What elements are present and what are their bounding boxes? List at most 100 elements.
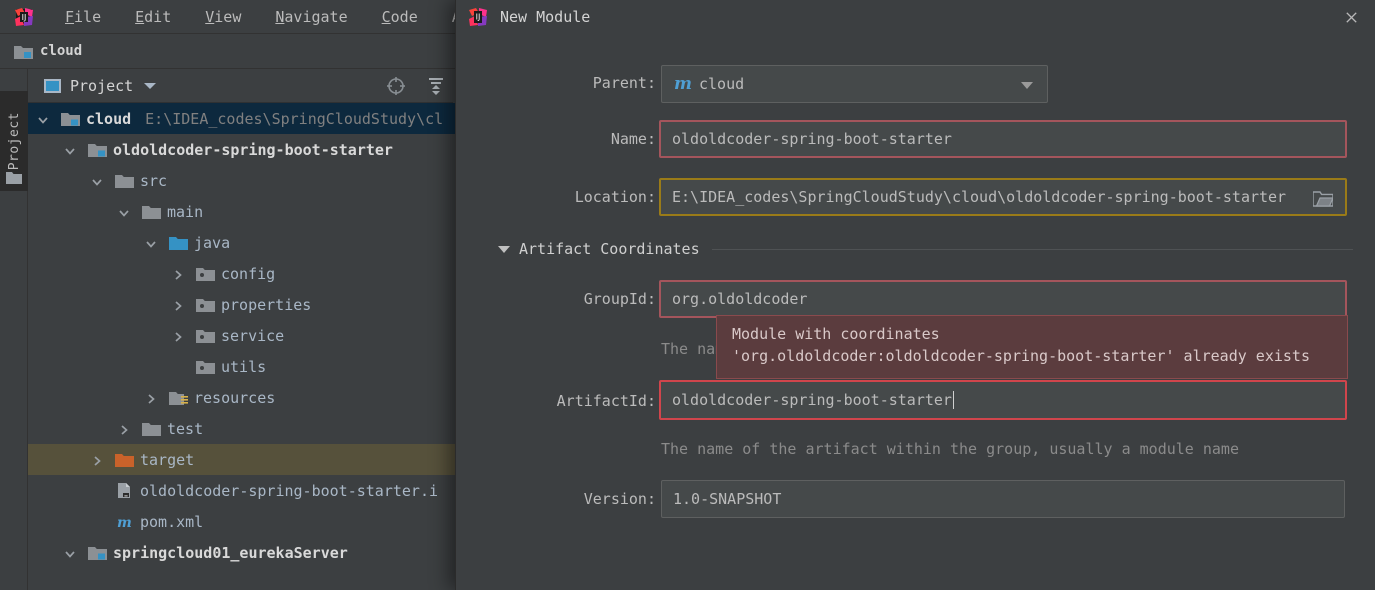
screen-root: IJ File Edit View Navigate Code Analyze … (0, 0, 1375, 590)
project-panel-title: Project (70, 77, 133, 95)
parent-value: cloud (692, 75, 744, 93)
folder-open-icon[interactable] (1313, 190, 1333, 207)
tree-row-label: src (140, 172, 167, 190)
chevron-right-icon[interactable] (117, 422, 131, 436)
menu-item-navigate[interactable]: Navigate (258, 0, 364, 34)
chevron-down-icon[interactable] (90, 174, 104, 188)
menu-item-edit[interactable]: Edit (118, 0, 188, 34)
artifactid-label: ArtifactId: (456, 392, 656, 410)
menu-item-file[interactable]: File (48, 0, 118, 34)
section-divider (712, 249, 1353, 250)
tree-row-label: config (221, 265, 275, 283)
dialog-title: New Module (500, 8, 590, 26)
tree-row-label: test (167, 420, 203, 438)
module-folder-icon (88, 545, 105, 560)
tree-row-label: utils (221, 358, 266, 376)
location-input[interactable]: E:\IDEA_codes\SpringCloudStudy\cloud\old… (659, 178, 1347, 216)
tree-row-label: java (194, 234, 230, 252)
groupid-value: org.oldoldcoder (661, 290, 807, 308)
source-root-icon (169, 235, 186, 250)
error-tooltip: Module with coordinates 'org.oldoldcoder… (716, 315, 1348, 379)
tree-row-label: service (221, 327, 284, 345)
error-tooltip-line-1: Module with coordinates (732, 324, 1335, 346)
project-panel-toolbar (386, 76, 446, 100)
tree-row-label: resources (194, 389, 275, 407)
chevron-down-icon[interactable] (117, 205, 131, 219)
chevron-down-icon[interactable] (144, 236, 158, 250)
tree-row-label: target (140, 451, 194, 469)
menu-view-mnemonic: V (205, 8, 214, 26)
chevron-right-icon[interactable] (171, 298, 185, 312)
chevron-down-icon[interactable] (63, 546, 77, 560)
chevron-right-icon[interactable] (171, 329, 185, 343)
package-icon (196, 266, 213, 281)
tree-row-label: springcloud01_eurekaServer (113, 544, 348, 562)
menu-navigate-rest: avigate (284, 8, 347, 26)
resources-folder-icon (169, 390, 186, 405)
tree-row-label: oldoldcoder-spring-boot-starter.i (140, 482, 438, 500)
version-value: 1.0-SNAPSHOT (662, 490, 781, 508)
module-folder-icon (14, 44, 33, 59)
package-icon (196, 328, 213, 343)
dialog-title-bar: IJ New Module (456, 0, 1375, 34)
module-folder-icon (61, 111, 78, 126)
parent-label: Parent: (456, 74, 656, 92)
triangle-down-icon[interactable] (498, 246, 510, 253)
menu-view-rest: iew (214, 8, 241, 26)
tool-window-tab-project-label: Project (7, 112, 22, 170)
menu-item-code[interactable]: Code (365, 0, 435, 34)
artifact-coordinates-section-header[interactable]: Artifact Coordinates (498, 240, 1353, 258)
close-icon[interactable] (1340, 6, 1362, 28)
maven-icon: m (115, 514, 132, 529)
locate-icon[interactable] (386, 76, 406, 100)
groupid-input[interactable]: org.oldoldcoder (659, 280, 1347, 318)
folder-icon[interactable] (6, 169, 22, 182)
field-row-parent: Parent: m cloud (456, 62, 1375, 118)
chevron-down-icon[interactable] (63, 143, 77, 157)
chevron-down-icon[interactable] (1021, 82, 1033, 89)
tree-row-label: properties (221, 296, 311, 314)
chevron-right-icon[interactable] (144, 391, 158, 405)
excluded-folder-icon (115, 452, 132, 467)
parent-combobox[interactable]: m cloud (661, 65, 1048, 103)
tree-row-label: main (167, 203, 203, 221)
package-icon (196, 359, 213, 374)
svg-text:IJ: IJ (476, 13, 481, 22)
text-cursor (953, 391, 954, 409)
chevron-right-icon[interactable] (90, 453, 104, 467)
chevron-down-icon[interactable] (144, 83, 156, 89)
new-module-dialog: IJ New Module Parent: m cloud Name: (455, 0, 1375, 590)
menu-item-view[interactable]: View (188, 0, 258, 34)
menu-code-mnemonic: C (382, 8, 391, 26)
location-label: Location: (456, 188, 656, 206)
collapse-all-icon[interactable] (426, 76, 446, 100)
name-label: Name: (456, 130, 656, 148)
version-input[interactable]: 1.0-SNAPSHOT (661, 480, 1345, 518)
field-row-version: Version: 1.0-SNAPSHOT (456, 478, 1375, 534)
menu-file-rest: ile (74, 8, 101, 26)
project-panel-header: Project (28, 69, 453, 103)
chevron-right-icon[interactable] (171, 267, 185, 281)
folder-icon (142, 204, 159, 219)
artifactid-hint: The name of the artifact within the grou… (661, 440, 1239, 458)
menu-edit-mnemonic: E (135, 8, 144, 26)
maven-icon: m (662, 74, 692, 94)
project-window-icon (44, 79, 61, 93)
module-folder-icon (88, 142, 105, 157)
tree-row-path: E:\IDEA_codes\SpringCloudStudy\cl (145, 110, 443, 128)
iml-file-icon (115, 483, 132, 498)
artifactid-value: oldoldcoder-spring-boot-starter (661, 391, 952, 409)
intellij-idea-logo-icon: IJ (14, 7, 34, 27)
chevron-down-icon[interactable] (36, 112, 50, 126)
menu-file-mnemonic: F (65, 8, 74, 26)
groupid-hint: The nam (661, 340, 724, 358)
name-input[interactable]: oldoldcoder-spring-boot-starter (659, 120, 1347, 158)
location-value: E:\IDEA_codes\SpringCloudStudy\cloud\old… (661, 188, 1286, 206)
folder-icon (115, 173, 132, 188)
artifactid-input[interactable]: oldoldcoder-spring-boot-starter (659, 380, 1347, 420)
breadcrumb-project-name[interactable]: cloud (40, 43, 82, 59)
menu-edit-rest: dit (144, 8, 171, 26)
tree-row-label: cloud (86, 110, 131, 128)
field-row-location: Location: E:\IDEA_codes\SpringCloudStudy… (456, 176, 1375, 232)
package-icon (196, 297, 213, 312)
